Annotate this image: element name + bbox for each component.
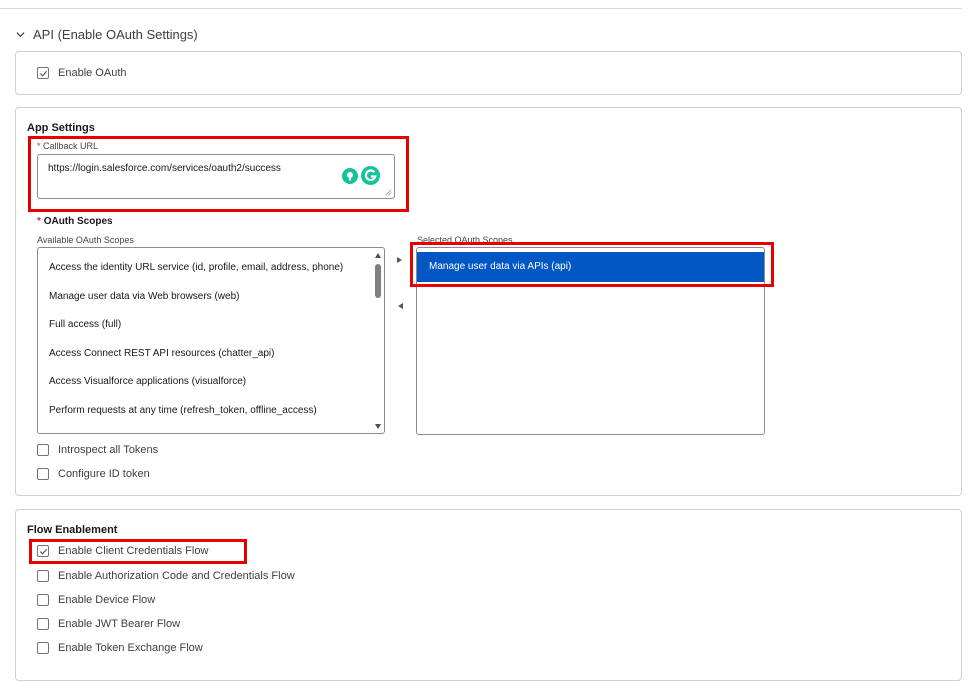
list-item[interactable]: Access Connect REST API resources (chatt…	[38, 340, 384, 369]
enable-oauth-checkbox[interactable]	[37, 67, 49, 79]
list-item[interactable]: Perform requests at any time (refresh_to…	[38, 397, 384, 426]
callback-highlight-box	[28, 136, 409, 212]
device-flow-checkbox[interactable]	[37, 594, 49, 606]
id-token-checkbox[interactable]	[37, 468, 49, 480]
section-title: API (Enable OAuth Settings)	[33, 27, 198, 42]
flow-label: Enable Token Exchange Flow	[58, 642, 203, 654]
flow-row-token-exchange[interactable]: Enable Token Exchange Flow	[37, 642, 203, 654]
introspect-checkbox[interactable]	[37, 444, 49, 456]
move-left-icon[interactable]	[398, 303, 403, 309]
required-mark: *	[37, 216, 41, 227]
scroll-thumb[interactable]	[375, 264, 381, 298]
flow-row-device[interactable]: Enable Device Flow	[37, 594, 155, 606]
move-right-icon[interactable]	[397, 257, 402, 263]
chevron-down-icon	[16, 32, 25, 38]
flow-label: Enable JWT Bearer Flow	[58, 618, 181, 630]
flow-row-auth-code[interactable]: Enable Authorization Code and Credential…	[37, 570, 295, 582]
auth-code-checkbox[interactable]	[37, 570, 49, 582]
list-item[interactable]: Access the identity URL service (id, pro…	[38, 254, 384, 283]
top-divider	[0, 0, 962, 9]
selected-scope-highlight-box	[410, 242, 774, 287]
flow-label: Enable Device Flow	[58, 594, 156, 606]
list-item[interactable]: Access Visualforce applications (visualf…	[38, 368, 384, 397]
id-token-label: Configure ID token	[58, 468, 150, 480]
scrollbar[interactable]	[373, 248, 383, 433]
oauth-scopes-heading: OAuth Scopes	[43, 216, 113, 227]
list-item[interactable]: Manage user data via Web browsers (web)	[38, 283, 384, 312]
available-scopes-label: Available OAuth Scopes	[37, 235, 134, 245]
scroll-up-icon[interactable]	[375, 253, 381, 258]
jwt-bearer-checkbox[interactable]	[37, 618, 49, 630]
scroll-down-icon[interactable]	[375, 424, 381, 429]
introspect-row[interactable]: Introspect all Tokens	[37, 444, 158, 456]
section-header-api[interactable]: API (Enable OAuth Settings)	[16, 27, 198, 42]
available-scopes-list[interactable]: Access the identity URL service (id, pro…	[37, 247, 385, 434]
available-scopes-items: Access the identity URL service (id, pro…	[38, 248, 384, 425]
flow-enablement-heading: Flow Enablement	[27, 524, 118, 536]
flow-label: Enable Authorization Code and Credential…	[58, 570, 295, 582]
check-icon	[39, 70, 47, 77]
token-exchange-checkbox[interactable]	[37, 642, 49, 654]
oauth-scopes-heading-wrap: * OAuth Scopes	[37, 216, 113, 227]
enable-oauth-label: Enable OAuth	[58, 67, 127, 79]
flow-row-jwt[interactable]: Enable JWT Bearer Flow	[37, 618, 180, 630]
list-item[interactable]: Full access (full)	[38, 311, 384, 340]
app-settings-heading: App Settings	[27, 122, 95, 134]
client-credentials-highlight-box	[29, 539, 247, 564]
id-token-row[interactable]: Configure ID token	[37, 468, 150, 480]
flow-enablement-card	[15, 509, 962, 681]
introspect-label: Introspect all Tokens	[58, 444, 159, 456]
enable-oauth-card: Enable OAuth	[15, 51, 962, 95]
